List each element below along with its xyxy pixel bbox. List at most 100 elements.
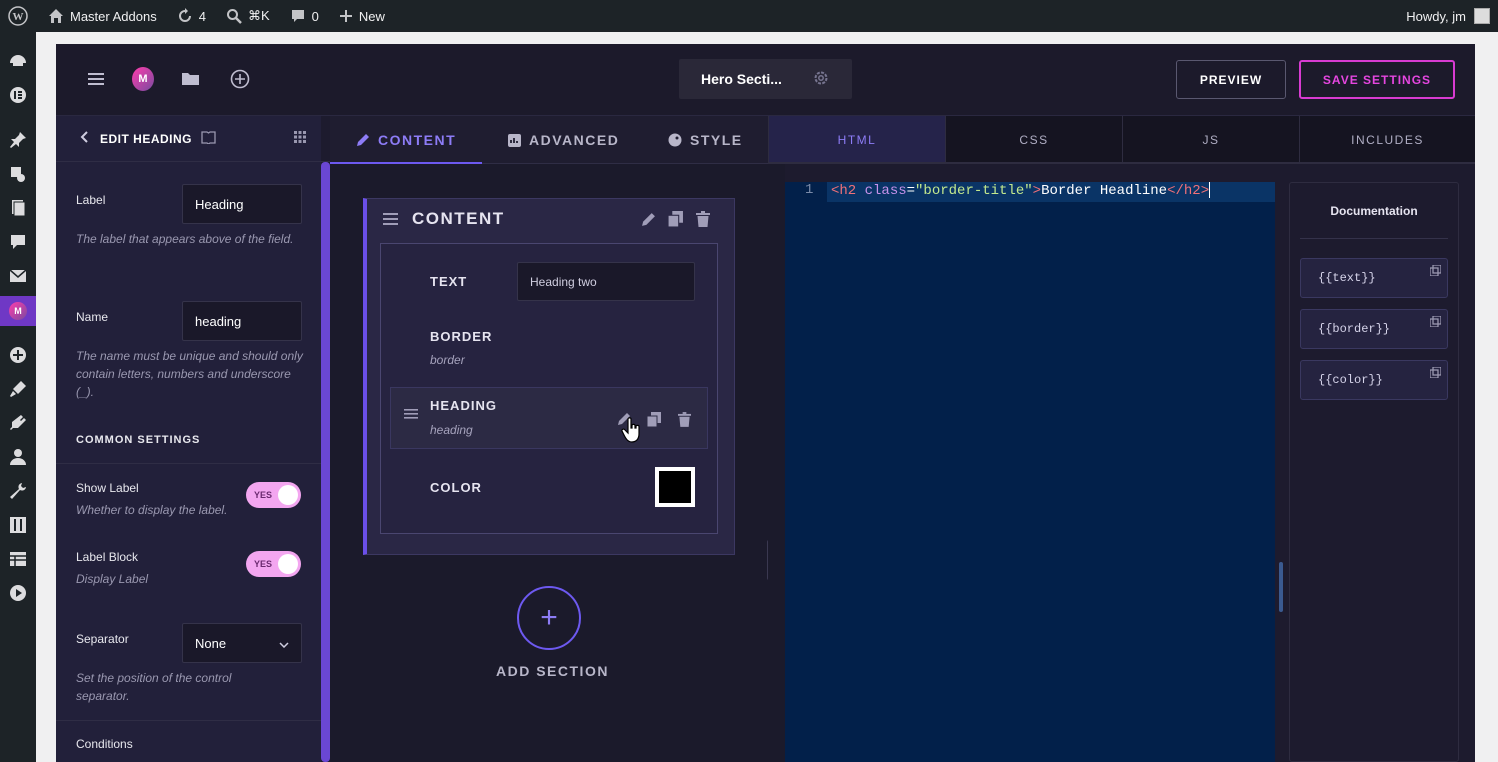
- label-block-toggle[interactable]: YES: [246, 551, 301, 577]
- comments-icon[interactable]: [8, 232, 28, 252]
- code-token-gt: >: [1032, 183, 1042, 199]
- updates-link[interactable]: 4: [167, 0, 216, 32]
- divider: [56, 720, 321, 721]
- name-field-label: Name: [76, 310, 109, 324]
- documentation-title: Documentation: [1330, 204, 1418, 218]
- save-settings-button[interactable]: SAVE SETTINGS: [1299, 60, 1455, 99]
- chevron-down-icon: [279, 636, 289, 651]
- tab-content[interactable]: CONTENT: [356, 116, 456, 164]
- search-shortcut: ⌘K: [247, 8, 270, 23]
- pin-icon[interactable]: [8, 130, 28, 150]
- copy-icon[interactable]: [1429, 315, 1442, 331]
- tab-css[interactable]: CSS: [945, 116, 1122, 164]
- copy-icon[interactable]: [1429, 366, 1442, 382]
- tab-html[interactable]: HTML: [768, 116, 945, 164]
- search-link[interactable]: ⌘K: [216, 0, 280, 32]
- toggle-text: YES: [254, 490, 273, 500]
- tab-advanced-label: ADVANCED: [529, 132, 620, 148]
- back-chevron-icon[interactable]: [80, 131, 88, 146]
- line-number: 1: [805, 182, 814, 198]
- template-title-box[interactable]: Hero Secti...: [679, 59, 852, 99]
- mail-icon[interactable]: [8, 266, 28, 286]
- account-menu[interactable]: Howdy, jm: [1406, 8, 1498, 24]
- elementor-icon[interactable]: [8, 85, 28, 105]
- plugins-icon[interactable]: [8, 413, 28, 433]
- field-text-label: TEXT: [430, 274, 468, 289]
- settings-icon[interactable]: [8, 515, 28, 535]
- tab-advanced[interactable]: ADVANCED: [508, 116, 619, 164]
- admin-sidebar: M: [0, 32, 36, 762]
- edit-icon[interactable]: [639, 210, 657, 228]
- logo-mark: M: [132, 67, 154, 91]
- show-label-toggle[interactable]: YES: [246, 482, 301, 508]
- toggle-knob: [278, 485, 298, 505]
- copy-icon[interactable]: [1429, 264, 1442, 280]
- label-help: The label that appears above of the fiel…: [76, 232, 294, 246]
- separator-label: Separator: [76, 632, 129, 646]
- media-icon[interactable]: [8, 164, 28, 184]
- color-swatch[interactable]: [655, 467, 695, 507]
- gear-icon[interactable]: [812, 69, 830, 90]
- editor-scroll-handle[interactable]: [1279, 562, 1283, 612]
- add-circle-icon[interactable]: [229, 68, 251, 90]
- name-input[interactable]: heading: [182, 301, 302, 341]
- panel-scrollbar[interactable]: [321, 162, 330, 762]
- pages-icon[interactable]: [8, 198, 28, 218]
- avatar: [1474, 8, 1490, 24]
- trash-icon[interactable]: [694, 210, 712, 228]
- separator-select[interactable]: None: [182, 623, 302, 663]
- add-section-label[interactable]: ADD SECTION: [496, 663, 609, 679]
- hamburger-menu-icon[interactable]: [85, 68, 107, 90]
- app-logo[interactable]: M: [132, 67, 154, 91]
- svg-text:W: W: [13, 11, 24, 23]
- tab-style[interactable]: STYLE: [668, 116, 743, 164]
- name-help: The name must be unique and should only …: [76, 349, 303, 399]
- label-input[interactable]: Heading: [182, 184, 302, 224]
- folder-icon[interactable]: [180, 68, 202, 90]
- add-circle-icon[interactable]: [8, 345, 28, 365]
- search-icon: [226, 9, 242, 24]
- trash-icon[interactable]: [675, 410, 693, 428]
- text-input[interactable]: Heading two: [517, 262, 695, 301]
- new-content-link[interactable]: New: [329, 0, 395, 32]
- appearance-icon[interactable]: [8, 379, 28, 399]
- users-icon[interactable]: [8, 447, 28, 467]
- new-label: New: [358, 8, 385, 24]
- site-name-link[interactable]: Master Addons: [38, 0, 167, 32]
- tab-js[interactable]: JS: [1122, 116, 1299, 164]
- wordpress-logo-icon[interactable]: W: [0, 0, 38, 32]
- duplicate-icon[interactable]: [645, 410, 663, 428]
- tools-icon[interactable]: [8, 481, 28, 501]
- add-section-button[interactable]: +: [517, 586, 581, 650]
- master-addons-icon[interactable]: M: [0, 296, 36, 326]
- field-border-label[interactable]: BORDER: [430, 329, 492, 344]
- dashboard-icon[interactable]: [8, 52, 28, 72]
- doc-variable: {{color}}: [1318, 373, 1383, 387]
- table-icon[interactable]: [8, 549, 28, 569]
- play-icon[interactable]: [8, 583, 28, 603]
- plus-icon: +: [540, 601, 558, 634]
- conditions-label[interactable]: Conditions: [76, 737, 133, 751]
- code-token-string: "border-title": [915, 183, 1033, 199]
- comments-link[interactable]: 0: [280, 0, 329, 32]
- duplicate-icon[interactable]: [666, 210, 684, 228]
- doc-variable: {{border}}: [1318, 322, 1391, 336]
- show-label-help: Whether to display the label.: [76, 503, 228, 517]
- drag-handle-icon[interactable]: [382, 211, 398, 227]
- panel-header: EDIT HEADING: [56, 116, 330, 162]
- drag-handle-icon[interactable]: [403, 406, 419, 422]
- preview-button[interactable]: PREVIEW: [1176, 60, 1286, 99]
- doc-variable-chip[interactable]: {{color}}: [1300, 360, 1448, 400]
- doc-variable-chip[interactable]: {{text}}: [1300, 258, 1448, 298]
- book-icon[interactable]: [201, 130, 216, 147]
- label-block-label: Label Block: [76, 550, 139, 564]
- tab-includes[interactable]: INCLUDES: [1299, 116, 1475, 164]
- show-label-label: Show Label: [76, 481, 139, 495]
- label-block-help: Display Label: [76, 572, 149, 586]
- grid-icon[interactable]: [294, 131, 306, 146]
- code-line[interactable]: <h2 class="border-title">Border Headline…: [831, 182, 1211, 200]
- code-editor[interactable]: [785, 182, 1275, 762]
- comment-icon: [291, 10, 304, 22]
- howdy-text: Howdy, jm: [1406, 8, 1466, 24]
- doc-variable-chip[interactable]: {{border}}: [1300, 309, 1448, 349]
